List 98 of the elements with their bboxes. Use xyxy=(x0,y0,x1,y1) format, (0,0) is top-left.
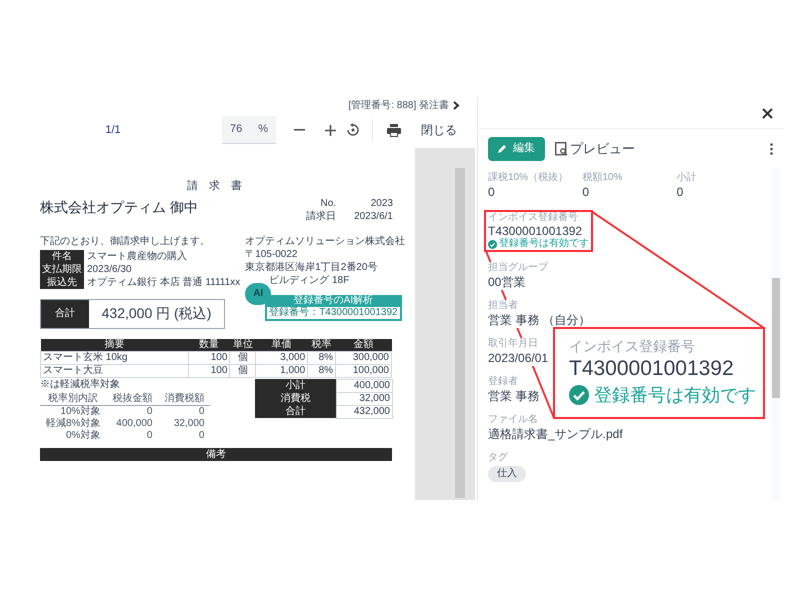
field-label: 登録者 xyxy=(488,376,518,388)
table-cell-text: 32,000 xyxy=(172,418,206,430)
table-cell: スマート大豆 xyxy=(40,364,188,377)
close-button[interactable]: 閉じる xyxy=(421,121,457,139)
recipient-name: 株式会社オプティム 御中 xyxy=(40,198,198,216)
meta-label: No. xyxy=(320,196,336,210)
field-label: タグ xyxy=(488,452,508,464)
greeting-text: 下記のとおり、御請求申し上げます。 xyxy=(40,234,211,248)
summary-value: 432,000 xyxy=(336,405,392,418)
field-value: 適格請求書_サンプル.pdf xyxy=(488,426,623,442)
document-search-icon xyxy=(555,142,568,156)
total-amount: 432,000 円 (税込) xyxy=(100,304,212,323)
field-label: インボイス登録番号 xyxy=(569,337,696,355)
close-icon[interactable] xyxy=(762,108,773,118)
pencil-icon xyxy=(498,144,507,153)
document-title: 請 求 書 xyxy=(186,179,248,194)
table-cell: 8% xyxy=(308,364,336,377)
minus-icon[interactable] xyxy=(294,129,305,131)
column-header: 税率 xyxy=(308,338,336,351)
field-value: 営業 事務 xyxy=(488,388,540,404)
table-cell: 1,000 xyxy=(256,364,308,377)
preview-button[interactable]: プレビュー xyxy=(555,138,635,158)
more-options-icon[interactable] xyxy=(770,142,773,154)
field-label: インボイス登録番号 xyxy=(488,212,579,224)
column-header: 税抜金額 xyxy=(106,392,158,405)
table-cell-text: 0%対象 xyxy=(65,430,102,442)
table-cell: 0 xyxy=(158,405,210,418)
table-cell: 個 xyxy=(230,364,256,377)
scrollbar-thumb[interactable] xyxy=(455,168,465,498)
field-value: 2023/06/01 xyxy=(488,350,548,366)
ai-brain-badge: AI xyxy=(245,282,272,304)
chevron-right-icon[interactable] xyxy=(453,100,460,110)
scrollbar-thumb[interactable] xyxy=(772,278,780,398)
meta-value: 2023 xyxy=(370,196,393,210)
field-value: 0 xyxy=(488,184,495,200)
validation-status: 登録番号は有効です xyxy=(499,238,589,250)
table-cell: 10%対象 xyxy=(40,405,106,418)
table-cell: 個 xyxy=(230,351,256,364)
page-indicator: 1/1 xyxy=(104,122,122,138)
print-icon[interactable] xyxy=(387,124,401,136)
detail-value: オプティム銀行 本店 普通 11111xx xyxy=(87,276,240,288)
field-value: 00営業 xyxy=(488,274,526,290)
rotate-icon[interactable] xyxy=(346,123,360,137)
summary-label: 消費税 xyxy=(254,392,336,405)
table-cell: 8% xyxy=(308,351,336,364)
issuer-line: オプティムソリューション株式会社 xyxy=(245,234,406,248)
column-header: 消費税額 xyxy=(158,392,210,405)
column-header: 単価 xyxy=(256,338,308,351)
breadcrumb-link[interactable]: [管理番号: 888] 発注書 xyxy=(348,98,449,112)
zoom-field[interactable]: 76 % xyxy=(222,116,276,144)
table-cell: 3,000 xyxy=(256,351,308,364)
field-label: 税額10% xyxy=(582,172,622,184)
field-value: T4300001001392 xyxy=(569,356,735,382)
summary-label: 合計 xyxy=(254,405,336,418)
detail-label: 支払期限 xyxy=(41,262,83,276)
summary-value: 32,000 xyxy=(336,392,392,405)
field-label: 担当者 xyxy=(488,300,518,312)
footnote-text: ※は軽減税率対象 xyxy=(40,378,121,390)
table-cell-text: 0 xyxy=(198,430,206,442)
summary-label: 小計 xyxy=(254,379,336,392)
detail-label: 件名 xyxy=(51,250,73,262)
field-label: 担当グループ xyxy=(488,262,548,274)
table-cell: スマート玄米 10kg xyxy=(40,351,188,364)
column-header: 金額 xyxy=(336,338,392,351)
ai-result-title: 登録番号のAI解析 xyxy=(292,294,374,306)
remarks-header: 備考 xyxy=(40,448,392,460)
field-value: T4300001001392 xyxy=(488,224,584,238)
detail-value: 2023/6/30 xyxy=(87,262,132,276)
ai-result-text: 登録番号：T4300001001392 xyxy=(267,306,400,318)
table-cell-text: 0 xyxy=(146,430,154,442)
column-header: 摘要 xyxy=(40,338,188,351)
detail-label: 振込先 xyxy=(46,276,78,288)
table-cell: 100 xyxy=(188,351,230,364)
tag-chip: 仕入 xyxy=(488,466,526,482)
field-label: 小計 xyxy=(676,172,697,184)
meta-value: 2023/6/1 xyxy=(354,210,393,222)
issuer-line: 〒105-0022 xyxy=(245,248,298,260)
column-header: 数量 xyxy=(188,338,230,351)
table-cell: 100,000 xyxy=(336,364,392,377)
field-label: 課税10%（税抜） xyxy=(488,172,568,184)
issuer-line: 東京都港区海岸1丁目2番20号 xyxy=(245,260,378,274)
table-cell: 300,000 xyxy=(336,351,392,364)
field-label: ファイル名 xyxy=(488,414,538,426)
column-header: 単位 xyxy=(230,338,256,351)
table-cell-text: 400,000 xyxy=(115,418,154,430)
table-cell: 100 xyxy=(188,364,230,377)
column-header: 税率別内訳 xyxy=(40,392,106,405)
table-cell: 0 xyxy=(106,405,158,418)
plus-icon[interactable] xyxy=(325,124,336,136)
table-cell-text: 軽減8%対象 xyxy=(45,418,102,430)
field-label: 取引年月日 xyxy=(488,338,538,350)
meta-label: 請求日 xyxy=(306,210,336,222)
summary-value: 400,000 xyxy=(336,379,392,392)
field-value: 0 xyxy=(582,184,590,200)
field-value: 0 xyxy=(676,184,684,200)
total-label: 合計 xyxy=(41,300,89,328)
validation-status: 登録番号は有効です xyxy=(594,384,756,407)
detail-value: スマート農産物の購入 xyxy=(87,250,188,262)
